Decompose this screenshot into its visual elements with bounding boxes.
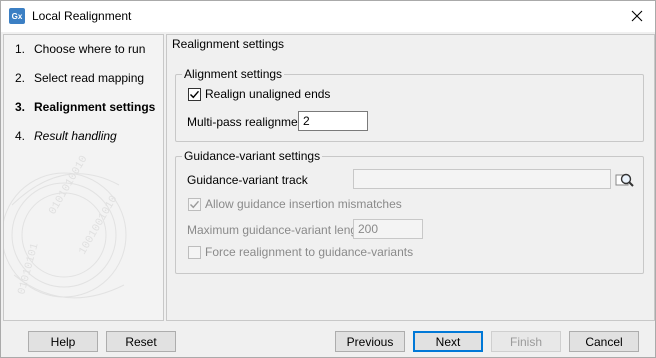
close-icon [631,10,643,22]
force-realignment-checkbox[interactable]: Force realignment to guidance-variants [188,245,413,259]
settings-panel: Realignment settings Alignment settings … [166,34,655,321]
step-label: Realignment settings [34,100,156,114]
svg-text:01010101: 01010101 [16,242,41,297]
checkbox-box[interactable] [188,245,201,259]
svg-text:0101010010: 0101010010 [47,154,90,217]
realign-unaligned-ends-checkbox[interactable]: Realign unaligned ends [188,87,330,101]
title-bar: Gx Local Realignment [1,1,655,32]
watermark-graphic: 0101010010 1001001010 01010101 [4,154,127,299]
reset-button[interactable]: Reset [106,331,176,352]
checkbox-box[interactable] [188,87,201,101]
checkbox-label: Realign unaligned ends [205,87,331,101]
wizard-steps-panel: 0101010010 1001001010 01010101 1. Choose… [3,34,164,321]
page-title: Realignment settings [172,37,285,51]
cancel-button[interactable]: Cancel [569,331,639,352]
allow-guidance-insertion-checkbox[interactable]: Allow guidance insertion mismatches [188,197,402,211]
checkbox-box[interactable] [188,197,201,211]
window-title: Local Realignment [32,9,132,23]
checkbox-label: Force realignment to guidance-variants [205,245,414,259]
max-guidance-length-input[interactable]: 200 [353,219,423,239]
max-guidance-length-label: Maximum guidance-variant length [187,223,368,237]
guidance-track-field[interactable] [353,169,611,189]
group-title: Alignment settings [182,67,285,81]
help-button[interactable]: Help [28,331,98,352]
multipass-label: Multi-pass realignment [187,115,308,129]
step-label: Result handling [34,129,117,143]
checkmark-icon [190,90,200,98]
checkbox-label: Allow guidance insertion mismatches [205,197,402,211]
checkmark-icon [190,200,200,208]
previous-button[interactable]: Previous [335,331,405,352]
next-button[interactable]: Next [413,331,483,352]
multipass-input[interactable]: 2 [298,111,368,131]
group-title: Guidance-variant settings [182,149,323,163]
step-label: Choose where to run [34,42,146,56]
browse-icon[interactable] [615,170,635,190]
dialog-window: Gx Local Realignment 0101010010 10010010… [0,0,656,358]
guidance-track-label: Guidance-variant track [187,173,308,187]
app-icon: Gx [9,8,25,24]
alignment-settings-group: Alignment settings Realign unaligned end… [175,67,644,142]
guidance-variant-settings-group: Guidance-variant settings Guidance-varia… [175,149,644,274]
step-label: Select read mapping [34,71,145,85]
wizard-step-result-handling: 4. Result handling [4,128,163,157]
finish-button[interactable]: Finish [491,331,561,352]
wizard-step-realignment-settings: 3. Realignment settings [4,99,163,128]
wizard-step-select-read-mapping: 2. Select read mapping [4,70,163,99]
wizard-step-choose-where-to-run: 1. Choose where to run [4,41,163,70]
close-button[interactable] [625,5,649,27]
